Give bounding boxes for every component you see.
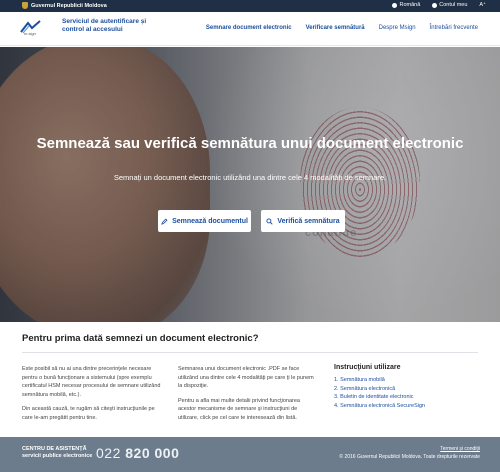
site-footer: CENTRU DE ASISTENȚĂ servicii publice ele… [0,437,500,472]
edit-icon [161,217,168,225]
service-title[interactable]: Serviciul de autentificare și control al… [62,18,152,34]
logo-text: m.sign [24,31,36,36]
intro-paragraph: Semnarea unui document electronic .PDF s… [178,366,314,389]
intro-paragraph: Este posibil să nu ai una dintre preceri… [22,366,161,398]
user-icon [432,2,438,8]
gov-top-bar: Guvernul Republicii Moldova Română Contu… [0,0,500,12]
support-line-1: CENTRU DE ASISTENȚĂ [22,446,87,452]
sign-document-button[interactable]: Semnează documentul [158,210,251,232]
support-phone[interactable]: 022 820 000 [96,445,179,461]
instruction-securesign[interactable]: 4. Semnătura electronică SecureSign [334,403,425,409]
intro-paragraph: Din această cauză, te rugăm să citeşti i… [22,406,155,421]
section-divider [22,352,478,353]
intro-column-1: Este posibil să nu ai una dintre preceri… [22,365,162,428]
instruction-electronic-signature[interactable]: 2. Semnătura electronică [334,386,395,392]
nav-verify-signature[interactable]: Verificare semnătură [306,25,365,31]
intro-column-2: Semnarea unui document electronic .PDF s… [178,365,318,428]
language-label: Română [399,2,421,8]
hero-banner: conanue Semnează sau verifică semnătura … [0,47,500,322]
nav-faq[interactable]: Întrebări frecvente [430,25,478,31]
phone-prefix: 022 [96,445,121,461]
gov-link[interactable]: Guvernul Republicii Moldova [22,2,107,9]
language-selector[interactable]: Română [392,2,420,8]
globe-icon [392,2,398,8]
footer-legal: Termeni și condiții © 2016 Guvernul Repu… [339,445,480,461]
nav-sign-document[interactable]: Semnare document electronic [206,25,292,31]
instructions-title: Instrucţiuni utilizare [334,364,401,371]
support-center: CENTRU DE ASISTENȚĂ servicii publice ele… [22,446,92,460]
instruction-mobile-signature[interactable]: 1. Semnătura mobilă [334,377,385,383]
hero-title: Semnează sau verifică semnătura unui doc… [36,135,464,152]
copyright: © 2016 Guvernul Republicii Moldova. Toat… [339,454,480,460]
instructions-panel: Instrucţiuni utilizare 1. Semnătura mobi… [334,364,484,410]
gov-name: Guvernul Republicii Moldova [31,2,107,9]
sign-document-label: Semnează documentul [172,217,248,225]
intro-title: Pentru prima dată semnezi un document el… [22,333,259,344]
hero-overlay [0,47,500,322]
instruction-eid-card[interactable]: 3. Buletin de identitate electronic [334,394,414,400]
account-link[interactable]: Contul meu [432,2,467,8]
coat-of-arms-icon [22,2,28,9]
font-size-toggle[interactable]: A⁺ [479,2,486,8]
verify-signature-button[interactable]: Verifică semnătura [261,210,345,232]
terms-link[interactable]: Termeni și condiții [440,446,480,452]
hero-subtitle: Semnați un document electronic utilizând… [113,173,387,182]
search-icon [266,217,273,225]
account-label: Contul meu [439,2,468,8]
intro-paragraph: Pentru a afla mai multe detalii privind … [178,397,300,421]
site-header: m.sign Serviciul de autentificare și con… [0,12,500,46]
main-nav: Semnare document electronic Verificare s… [206,25,478,31]
phone-number: 820 000 [125,445,180,461]
verify-signature-label: Verifică semnătura [277,217,340,225]
support-line-2: servicii publice electronice [22,453,93,459]
nav-about[interactable]: Despre Msign [379,25,416,31]
